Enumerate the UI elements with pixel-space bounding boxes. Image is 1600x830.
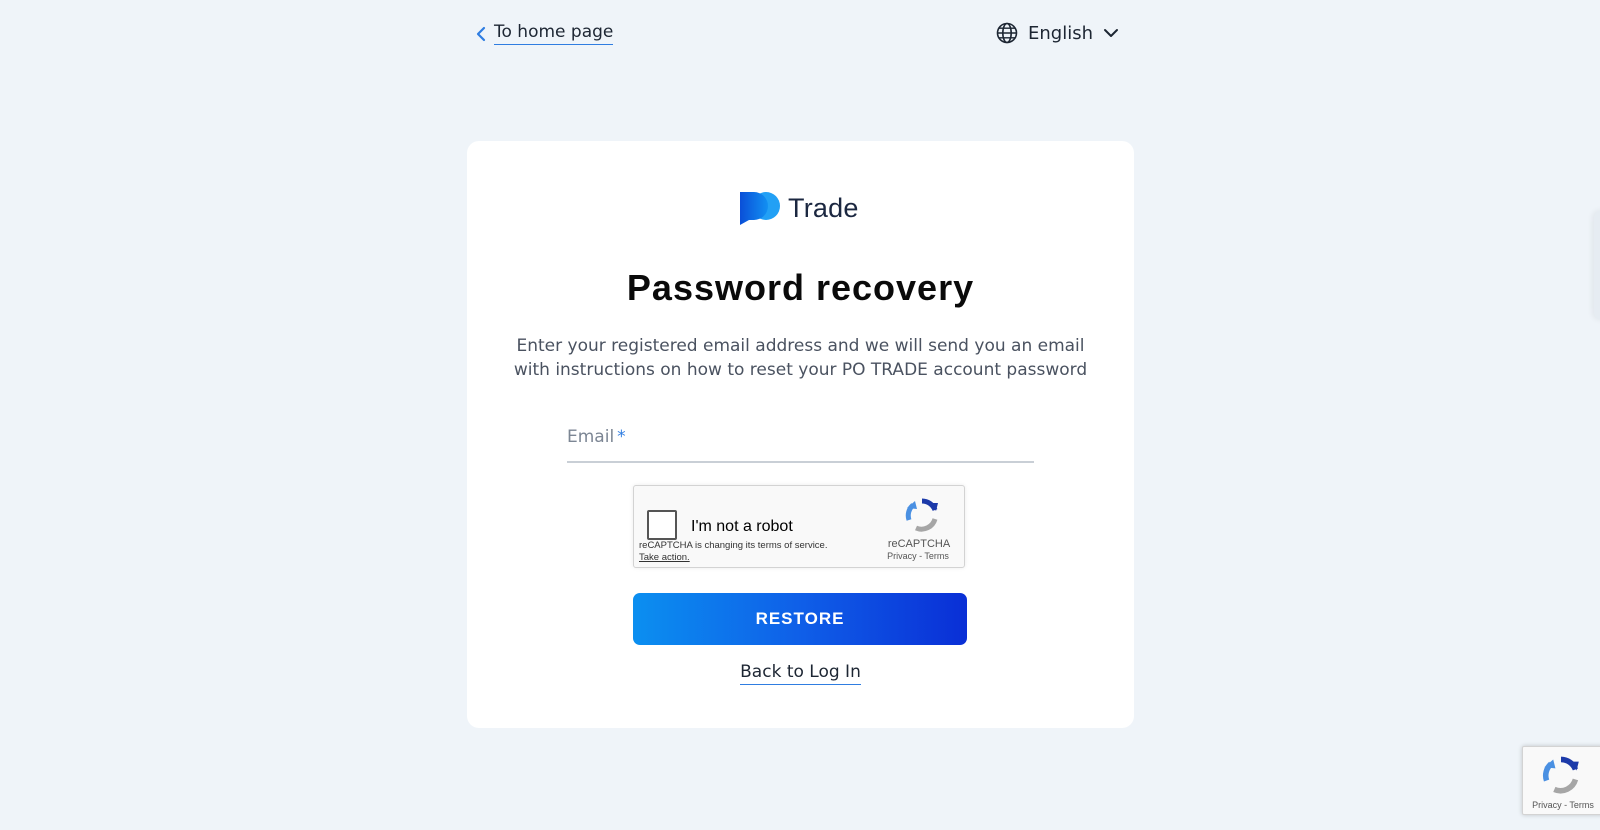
home-page-link-label: To home page bbox=[494, 22, 614, 45]
recaptcha-badge-icon bbox=[1542, 756, 1579, 794]
recaptcha-take-action-link[interactable]: Take action. bbox=[639, 552, 690, 563]
recaptcha-privacy-terms-links[interactable]: Privacy - Terms bbox=[883, 551, 953, 561]
chevron-left-icon bbox=[476, 26, 486, 41]
logo-brand-text: Trade bbox=[788, 192, 859, 223]
recaptcha-brand: reCAPTCHA bbox=[887, 538, 951, 550]
top-bar: To home page English bbox=[0, 0, 1600, 70]
recaptcha-notice: reCAPTCHA is changing its terms of servi… bbox=[639, 540, 828, 551]
password-recovery-card: Trade Password recovery Enter your regis… bbox=[467, 141, 1134, 728]
recaptcha-label: I'm not a robot bbox=[691, 518, 793, 535]
globe-icon bbox=[996, 22, 1018, 44]
home-page-link[interactable]: To home page bbox=[476, 22, 614, 45]
recaptcha-checkbox[interactable] bbox=[647, 510, 677, 540]
recaptcha-badge[interactable]: Privacy - Terms bbox=[1522, 746, 1600, 815]
chevron-down-icon bbox=[1104, 29, 1118, 37]
po-logo-icon bbox=[740, 192, 780, 225]
back-to-login-link[interactable]: Back to Log In bbox=[740, 662, 861, 685]
recaptcha-icon bbox=[905, 498, 938, 532]
po-trade-logo: Trade bbox=[740, 191, 859, 225]
email-field[interactable]: Email * bbox=[567, 416, 1034, 463]
back-to-login-container: Back to Log In bbox=[467, 662, 1134, 685]
page-description: Enter your registered email address and … bbox=[513, 336, 1088, 380]
side-edge-tab[interactable] bbox=[1594, 210, 1600, 320]
restore-button[interactable]: RESTORE bbox=[633, 593, 967, 645]
recaptcha-widget: I'm not a robot reCAPTCHA is changing it… bbox=[633, 485, 965, 568]
recaptcha-badge-links[interactable]: Privacy - Terms bbox=[1523, 800, 1600, 810]
email-input[interactable] bbox=[567, 416, 1034, 461]
language-selector[interactable]: English bbox=[996, 22, 1119, 44]
page-title: Password recovery bbox=[626, 267, 975, 308]
language-label: English bbox=[1028, 22, 1093, 44]
